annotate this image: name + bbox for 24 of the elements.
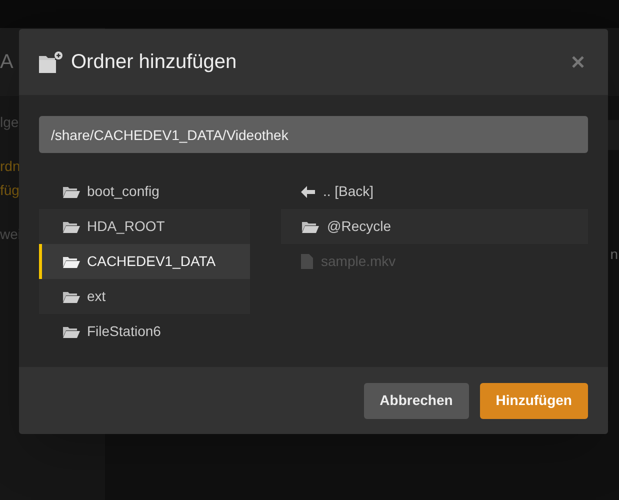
close-icon <box>572 56 584 68</box>
add-folder-icon <box>39 51 63 73</box>
folder-item[interactable]: boot_config <box>39 174 250 209</box>
folder-icon <box>62 184 80 198</box>
path-field[interactable]: /share/CACHEDEV1_DATA/Videothek <box>39 116 588 153</box>
content-item[interactable]: .. [Back] <box>281 174 588 209</box>
folder-item[interactable]: HDA_ROOT <box>39 209 250 244</box>
page-title: A <box>0 50 14 75</box>
folder-item[interactable]: FileStation6 <box>39 314 250 349</box>
cancel-button[interactable]: Abbrechen <box>364 382 469 418</box>
sidebar-text: füg <box>0 181 20 200</box>
dialog-title: Ordner hinzufügen <box>71 50 237 75</box>
folder-icon <box>62 254 80 268</box>
content-item[interactable]: @Recycle <box>281 209 588 244</box>
file-icon <box>301 254 313 269</box>
folder-item[interactable]: ext <box>39 279 250 314</box>
folder-icon <box>62 220 80 234</box>
background-text: n <box>610 245 618 264</box>
sidebar-text: rdn <box>0 157 20 176</box>
folder-icon <box>62 324 80 338</box>
folder-icon <box>301 220 319 234</box>
folder-item[interactable]: CACHEDEV1_DATA <box>39 244 250 279</box>
folder-icon <box>62 290 80 304</box>
back-arrow-icon <box>301 186 315 198</box>
